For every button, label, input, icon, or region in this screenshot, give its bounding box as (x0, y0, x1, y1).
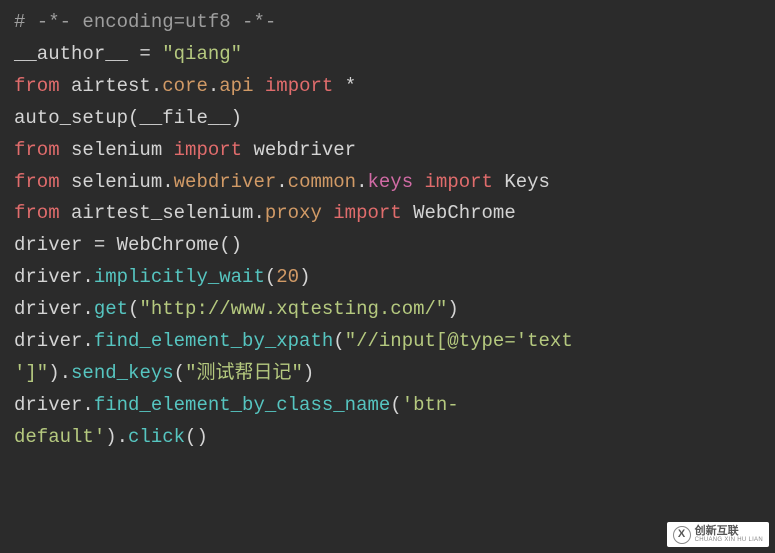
watermark-sub-text: CHUANG XIN HU LIAN (695, 537, 763, 544)
code-line-14a: driver.find_element_by_class_name('btn- (14, 390, 761, 422)
string-cjk: "测试帮日记" (185, 362, 303, 384)
sub-common: common (288, 171, 356, 193)
var-author: __author__ (14, 43, 128, 65)
string-btn-1: 'btn- (402, 394, 459, 416)
code-line-12: driver.get("http://www.xqtesting.com/") (14, 294, 761, 326)
string-url: "http://www.xqtesting.com/" (139, 298, 447, 320)
star: * (345, 75, 356, 97)
method-send-keys: send_keys (71, 362, 174, 384)
string-xpath-1: "//input[@type='text (345, 330, 573, 352)
kw-from: from (14, 139, 60, 161)
code-line-6: auto_setup(__file__) (14, 103, 761, 135)
name-webchrome: WebChrome (413, 202, 516, 224)
func-auto-setup: auto_setup (14, 107, 128, 129)
driver-assign: driver = WebChrome() (14, 234, 242, 256)
name-keys: Keys (504, 171, 550, 193)
comment-encoding: # -*- encoding=utf8 -*- (14, 11, 276, 33)
driver-obj: driver. (14, 298, 94, 320)
kw-from: from (14, 75, 60, 97)
num-20: 20 (276, 266, 299, 288)
sub-proxy: proxy (265, 202, 322, 224)
code-line-14b: default').click() (14, 422, 761, 454)
code-line-8: from selenium.webdriver.common.keys impo… (14, 167, 761, 199)
string-author: "qiang" (162, 43, 242, 65)
code-line-1: # -*- encoding=utf8 -*- (14, 7, 761, 39)
sub-core: core (162, 75, 208, 97)
kw-import: import (425, 171, 493, 193)
method-implicitly-wait: implicitly_wait (94, 266, 265, 288)
code-line-13b: ']").send_keys("测试帮日记") (14, 358, 761, 390)
name-webdriver: webdriver (253, 139, 356, 161)
code-line-10: driver = WebChrome() (14, 230, 761, 262)
method-get: get (94, 298, 128, 320)
watermark-main-text: 创新互联 (695, 525, 763, 537)
watermark-logo-letter: X (678, 525, 685, 543)
kw-import: import (174, 139, 242, 161)
arg-file: __file__ (139, 107, 230, 129)
code-block: # -*- encoding=utf8 -*- __author__ = "qi… (14, 7, 761, 454)
sub-keys: keys (368, 171, 414, 193)
string-xpath-2: ']" (14, 362, 48, 384)
kw-from: from (14, 202, 60, 224)
kw-import: import (265, 75, 333, 97)
sub-webdriver: webdriver (174, 171, 277, 193)
driver-obj: driver. (14, 266, 94, 288)
code-line-11: driver.implicitly_wait(20) (14, 262, 761, 294)
mod-airtest: airtest (71, 75, 151, 97)
kw-from: from (14, 171, 60, 193)
driver-obj: driver. (14, 330, 94, 352)
watermark-logo-icon: X (673, 526, 691, 544)
code-line-9: from airtest_selenium.proxy import WebCh… (14, 198, 761, 230)
code-line-2: __author__ = "qiang" (14, 39, 761, 71)
mod-selenium: selenium (71, 139, 162, 161)
mod-selenium: selenium (71, 171, 162, 193)
method-find-class: find_element_by_class_name (94, 394, 390, 416)
method-find-xpath: find_element_by_xpath (94, 330, 333, 352)
code-line-13a: driver.find_element_by_xpath("//input[@t… (14, 326, 761, 358)
watermark: X 创新互联 CHUANG XIN HU LIAN (667, 522, 769, 547)
mod-airtest-selenium: airtest_selenium (71, 202, 253, 224)
code-line-4: from airtest.core.api import * (14, 71, 761, 103)
string-btn-2: default' (14, 426, 105, 448)
kw-import: import (333, 202, 401, 224)
sub-api: api (219, 75, 253, 97)
code-line-7: from selenium import webdriver (14, 135, 761, 167)
op-eq: = (128, 43, 162, 65)
driver-obj: driver. (14, 394, 94, 416)
method-click: click (128, 426, 185, 448)
